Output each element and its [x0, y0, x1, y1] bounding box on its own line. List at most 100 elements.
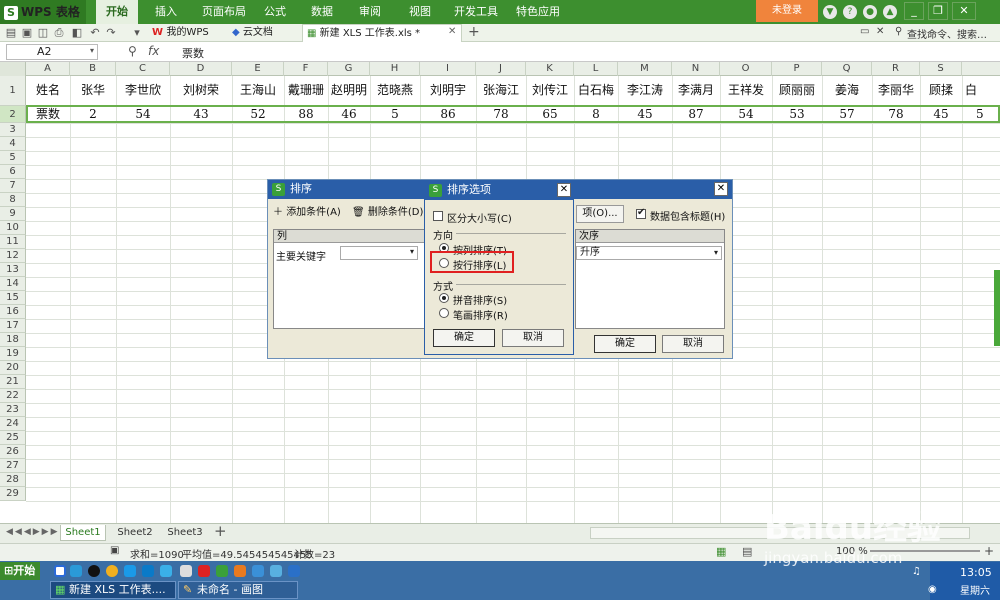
cell-l2[interactable]: 8	[574, 106, 618, 123]
row-header-11[interactable]: 11	[0, 235, 26, 249]
primary-key-select[interactable]: ▾	[340, 246, 418, 260]
row-header-19[interactable]: 19	[0, 347, 26, 361]
sort-ok-button[interactable]: 确定	[594, 335, 656, 353]
cell-s1[interactable]: 顾揉	[920, 82, 962, 99]
cell-f1[interactable]: 戴珊珊	[284, 82, 328, 99]
wps-presentation-icon[interactable]	[234, 565, 246, 577]
row-header-21[interactable]: 21	[0, 375, 26, 389]
cell-h2[interactable]: 5	[370, 106, 420, 123]
print-preview-icon[interactable]: ◫	[36, 26, 50, 40]
cell-r1[interactable]: 李丽华	[872, 82, 920, 99]
cell-s2[interactable]: 45	[920, 106, 962, 123]
row-header-3[interactable]: 3	[0, 123, 26, 137]
doc-tab-mywps[interactable]: W 我的WPS	[148, 24, 226, 42]
taskbar-item-workbook[interactable]: ▦ 新建 XLS 工作表....	[50, 581, 176, 599]
cell-m1[interactable]: 李江涛	[618, 82, 672, 99]
row-header-17[interactable]: 17	[0, 319, 26, 333]
cell-e2[interactable]: 52	[232, 106, 284, 123]
volume-icon[interactable]: ♫	[912, 566, 921, 577]
case-sensitive-checkbox[interactable]	[433, 211, 443, 221]
cell-c2[interactable]: 54	[116, 106, 170, 123]
column-header-h[interactable]: H	[370, 62, 420, 76]
skin-icon[interactable]: ▼	[823, 5, 837, 19]
show-desktop-icon[interactable]	[180, 565, 192, 577]
cell-n1[interactable]: 李满月	[672, 82, 720, 99]
app-icon[interactable]	[288, 565, 300, 577]
column-header-f[interactable]: F	[284, 62, 328, 76]
sheet-nav-arrows-icon[interactable]: ◀◀◀▶▶▶	[6, 527, 60, 537]
add-sheet-icon[interactable]: +	[214, 522, 227, 540]
options-ok-button[interactable]: 确定	[433, 329, 495, 347]
cell-n2[interactable]: 87	[672, 106, 720, 123]
cell-a2[interactable]: 票数	[26, 106, 70, 123]
row-header-27[interactable]: 27	[0, 459, 26, 473]
app-icon[interactable]	[160, 565, 172, 577]
tab-special[interactable]: 特色应用	[510, 0, 566, 24]
feedback-icon[interactable]: ●	[863, 5, 877, 19]
page-break-view-icon[interactable]: ▤	[742, 545, 752, 558]
column-header-p[interactable]: P	[772, 62, 822, 76]
dropdown-icon[interactable]: ▾	[130, 26, 144, 40]
cell-o1[interactable]: 王祥发	[720, 82, 772, 99]
format-icon[interactable]: ◧	[70, 26, 84, 40]
row-header-5[interactable]: 5	[0, 151, 26, 165]
sort-dialog-close-button[interactable]: ✕	[714, 182, 728, 196]
row-header-23[interactable]: 23	[0, 403, 26, 417]
pinyin-radio[interactable]	[439, 293, 449, 303]
column-header-b[interactable]: B	[70, 62, 116, 76]
row-header-2[interactable]: 2	[0, 106, 26, 123]
add-condition-button[interactable]: ＋ 添加条件(A)	[273, 205, 349, 223]
tab-review[interactable]: 审阅	[352, 0, 388, 24]
column-header-o[interactable]: O	[720, 62, 772, 76]
zoom-in-icon[interactable]: +	[984, 544, 994, 558]
row-header-20[interactable]: 20	[0, 361, 26, 375]
app-icon[interactable]	[270, 565, 282, 577]
redo-icon[interactable]: ↷	[104, 26, 118, 40]
login-button[interactable]: 未登录	[756, 0, 818, 22]
column-header-i[interactable]: I	[420, 62, 476, 76]
sheet-tab-1[interactable]: Sheet1	[60, 525, 106, 541]
formula-content[interactable]: 票数	[182, 45, 204, 61]
cell-o2[interactable]: 54	[720, 106, 772, 123]
close-doc-icon[interactable]: ✕	[876, 26, 884, 37]
select-all-corner[interactable]	[0, 62, 26, 76]
wps-writer-icon[interactable]	[198, 565, 210, 577]
column-header-s[interactable]: S	[920, 62, 962, 76]
header-checkbox[interactable]: ✔	[636, 207, 646, 219]
options-cancel-button[interactable]: 取消	[502, 329, 564, 347]
row-header-10[interactable]: 10	[0, 221, 26, 235]
sheet-tab-2[interactable]: Sheet2	[112, 525, 158, 541]
column-header-d[interactable]: D	[170, 62, 232, 76]
column-header-j[interactable]: J	[476, 62, 526, 76]
cell-i1[interactable]: 刘明宇	[420, 82, 476, 99]
column-header-k[interactable]: K	[526, 62, 574, 76]
row-header-15[interactable]: 15	[0, 291, 26, 305]
row-header-26[interactable]: 26	[0, 445, 26, 459]
by-row-radio[interactable]	[439, 258, 449, 268]
row-header-16[interactable]: 16	[0, 305, 26, 319]
row-header-4[interactable]: 4	[0, 137, 26, 151]
cell-t1[interactable]: 白	[962, 82, 992, 99]
row-header-25[interactable]: 25	[0, 431, 26, 445]
cell-a1[interactable]: 姓名	[26, 82, 70, 99]
sheet-tab-3[interactable]: Sheet3	[162, 525, 208, 541]
cell-p2[interactable]: 53	[772, 106, 822, 123]
row-header-9[interactable]: 9	[0, 207, 26, 221]
app-icon[interactable]	[252, 565, 264, 577]
column-header-q[interactable]: Q	[822, 62, 872, 76]
row-header-28[interactable]: 28	[0, 473, 26, 487]
tab-developer[interactable]: 开发工具	[448, 0, 504, 24]
column-header-l[interactable]: L	[574, 62, 618, 76]
cell-e1[interactable]: 王海山	[232, 82, 284, 99]
row-header-12[interactable]: 12	[0, 249, 26, 263]
cell-g1[interactable]: 赵明明	[328, 82, 370, 99]
restore-button[interactable]: ❐	[928, 2, 948, 20]
row-header-1[interactable]: 1	[0, 76, 26, 106]
row-header-18[interactable]: 18	[0, 333, 26, 347]
help-icon[interactable]: ?	[843, 5, 857, 19]
app-icon[interactable]	[142, 565, 154, 577]
cell-j2[interactable]: 78	[476, 106, 526, 123]
tab-view[interactable]: 视图	[402, 0, 438, 24]
print-icon[interactable]: ⎙	[52, 26, 66, 40]
row-header-22[interactable]: 22	[0, 389, 26, 403]
